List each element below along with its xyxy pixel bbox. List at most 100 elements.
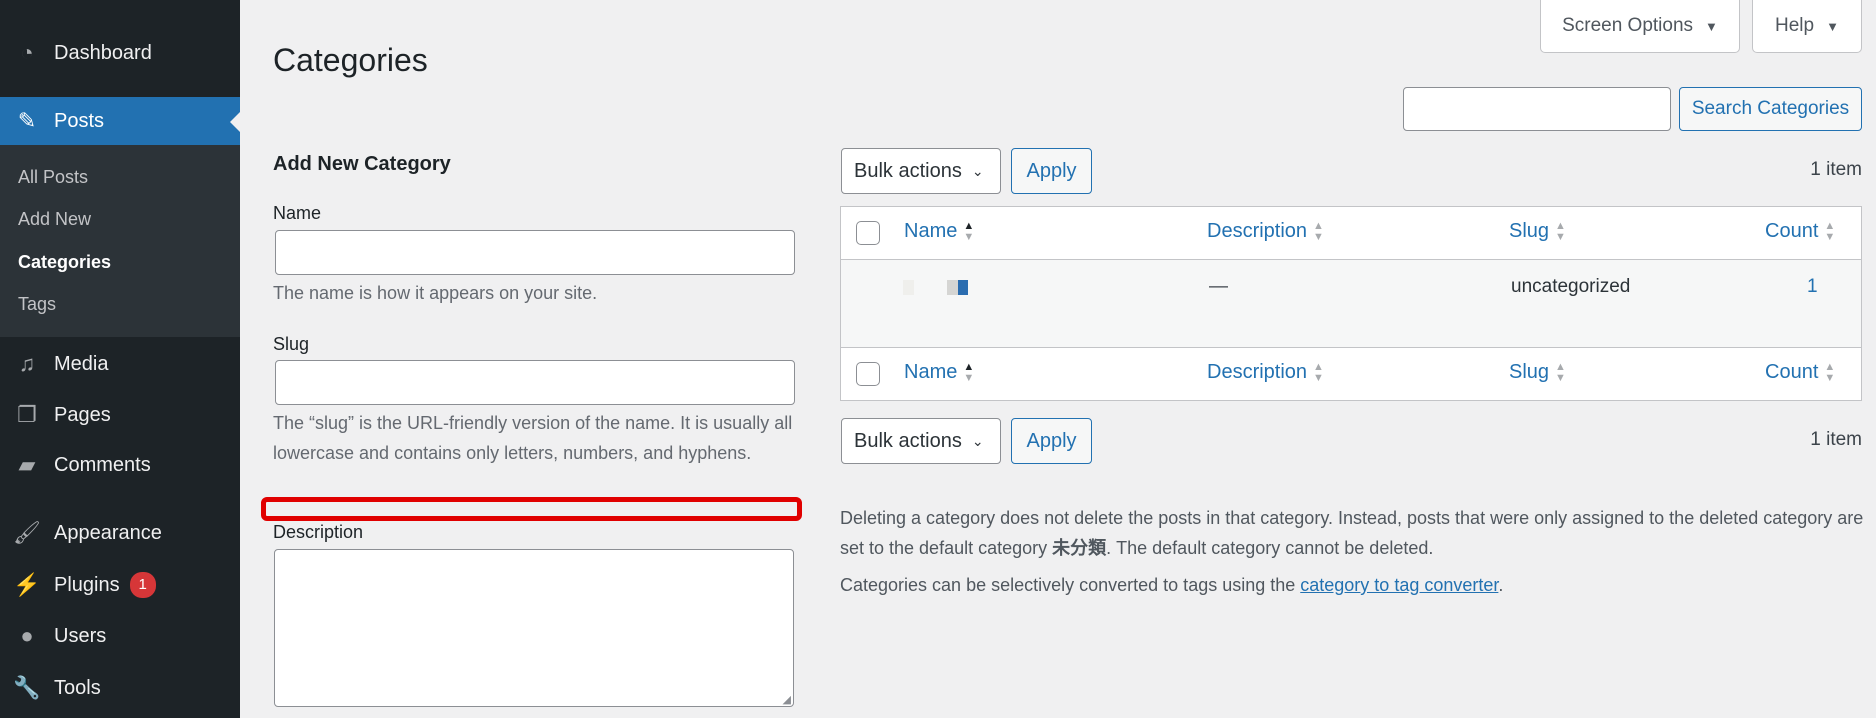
chevron-down-icon: ⌄ bbox=[971, 162, 984, 179]
sort-icon: ▲ ▼ bbox=[963, 219, 975, 243]
column-name[interactable]: Name ▲ ▼ bbox=[904, 220, 974, 243]
menu-label: Dashboard bbox=[54, 41, 152, 64]
table-row: — uncategorized 1 bbox=[841, 260, 1861, 348]
media-icon: ♫ bbox=[18, 351, 36, 376]
sort-icon: ▲ ▼ bbox=[1313, 360, 1324, 384]
submenu-tags[interactable]: Tags bbox=[18, 294, 56, 315]
row-count-link[interactable]: 1 bbox=[1807, 276, 1818, 298]
select-all-checkbox[interactable] bbox=[856, 362, 880, 386]
bulk-actions-value: Bulk actions bbox=[854, 159, 962, 182]
resize-handle-icon[interactable]: ◢ bbox=[783, 693, 791, 706]
row-description: — bbox=[1209, 276, 1228, 297]
column-label: Description bbox=[1207, 361, 1308, 383]
menu-label: Posts bbox=[54, 109, 105, 132]
column-label: Name bbox=[904, 361, 958, 383]
column-label: Name bbox=[904, 220, 958, 242]
comment-icon: ▰ bbox=[18, 452, 36, 477]
apply-button-bottom[interactable]: Apply bbox=[1011, 418, 1092, 464]
column-label: Description bbox=[1207, 220, 1308, 242]
form-heading: Add New Category bbox=[273, 153, 451, 175]
search-categories-button[interactable]: Search Categories bbox=[1679, 87, 1862, 131]
menu-dashboard[interactable]: ◔ Dashboard bbox=[0, 28, 240, 78]
column-label: Slug bbox=[1509, 220, 1550, 242]
menu-users[interactable]: ● Users bbox=[0, 611, 240, 661]
column-slug[interactable]: Slug ▲ ▼ bbox=[1509, 220, 1566, 243]
menu-label: Users bbox=[54, 624, 107, 647]
item-count-top: 1 item bbox=[1810, 159, 1862, 180]
description-label: Description bbox=[273, 522, 364, 542]
slug-input[interactable] bbox=[275, 360, 795, 405]
menu-label: Pages bbox=[54, 403, 111, 426]
column-count[interactable]: Count ▲ ▼ bbox=[1765, 220, 1835, 243]
delete-note: Deleting a category does not delete the … bbox=[840, 503, 1870, 563]
search-input[interactable] bbox=[1403, 87, 1671, 131]
admin-sidebar: ◔ Dashboard ✎ Posts All Posts Add New Cate… bbox=[0, 0, 240, 718]
column-description[interactable]: Description ▲ ▼ bbox=[1207, 220, 1324, 243]
menu-label: Media bbox=[54, 352, 109, 375]
row-slug: uncategorized bbox=[1511, 276, 1631, 297]
pushpin-icon: ✎ bbox=[17, 108, 37, 133]
help-button[interactable]: Help ▼ bbox=[1752, 0, 1862, 53]
slug-label: Slug bbox=[273, 334, 310, 354]
table-header-row: Name ▲ ▼ Description ▲ ▼ Slug ▲ ▼ Count ▲ ▼ bbox=[841, 207, 1861, 260]
submenu-all-posts[interactable]: All Posts bbox=[18, 167, 88, 188]
menu-label: Comments bbox=[54, 453, 151, 476]
menu-media[interactable]: ♫ Media bbox=[0, 339, 240, 389]
highlight-box bbox=[261, 497, 802, 521]
delete-note-text: . The default category cannot be deleted… bbox=[1106, 538, 1434, 558]
posts-submenu: All Posts Add New Categories Tags bbox=[0, 145, 240, 337]
sort-icon: ▲ ▼ bbox=[1555, 219, 1566, 243]
wrench-icon: 🔧 bbox=[13, 675, 41, 700]
caret-down-icon: ▼ bbox=[1705, 18, 1718, 34]
column-description[interactable]: Description ▲ ▼ bbox=[1207, 361, 1324, 384]
menu-pages[interactable]: ❐ Pages bbox=[0, 390, 240, 440]
pages-icon: ❐ bbox=[17, 402, 37, 427]
menu-plugins[interactable]: ⚡ Plugins 1 bbox=[0, 560, 240, 610]
bulk-actions-select-bottom[interactable]: Bulk actions ⌄ bbox=[841, 418, 1001, 464]
redacted-name-block bbox=[947, 280, 958, 295]
bulk-actions-select-top[interactable]: Bulk actions ⌄ bbox=[841, 148, 1001, 194]
menu-posts[interactable]: ✎ Posts bbox=[0, 97, 240, 145]
redacted-name-block bbox=[903, 280, 914, 295]
plugins-update-badge: 1 bbox=[129, 572, 156, 598]
screen-options-label: Screen Options bbox=[1562, 15, 1694, 36]
column-name[interactable]: Name ▲ ▼ bbox=[904, 361, 974, 384]
sort-icon: ▲ ▼ bbox=[1555, 360, 1566, 384]
select-all-checkbox[interactable] bbox=[856, 221, 880, 245]
description-textarea[interactable]: ◢ bbox=[274, 549, 794, 707]
bulk-actions-value: Bulk actions bbox=[854, 429, 962, 452]
sort-icon: ▲ ▼ bbox=[1313, 219, 1324, 243]
column-label: Count bbox=[1765, 220, 1819, 242]
column-label: Count bbox=[1765, 361, 1819, 383]
column-count[interactable]: Count ▲ ▼ bbox=[1765, 361, 1835, 384]
paintbrush-icon: 🖌 bbox=[13, 520, 41, 545]
slug-help: The “slug” is the URL-friendly version o… bbox=[273, 413, 793, 463]
caret-down-icon: ▼ bbox=[1826, 18, 1839, 34]
dashboard-icon: ◔ bbox=[20, 40, 34, 65]
submenu-add-new[interactable]: Add New bbox=[18, 209, 91, 230]
default-category-name: 未分類 bbox=[1052, 538, 1107, 558]
name-label: Name bbox=[273, 203, 322, 223]
category-to-tag-converter-link[interactable]: category to tag converter bbox=[1300, 575, 1498, 595]
screen-options-button[interactable]: Screen Options ▼ bbox=[1540, 0, 1740, 53]
name-input[interactable] bbox=[275, 230, 795, 275]
menu-tools[interactable]: 🔧 Tools bbox=[0, 663, 240, 713]
converter-note: Categories can be selectively converted … bbox=[840, 570, 1503, 600]
submenu-categories[interactable]: Categories bbox=[18, 252, 111, 273]
user-icon: ● bbox=[20, 623, 34, 648]
menu-comments[interactable]: ▰ Comments bbox=[0, 440, 240, 490]
chevron-down-icon: ⌄ bbox=[971, 432, 984, 449]
column-slug[interactable]: Slug ▲ ▼ bbox=[1509, 361, 1566, 384]
apply-button-top[interactable]: Apply bbox=[1011, 148, 1092, 194]
table-footer-row: Name ▲ ▼ Description ▲ ▼ Slug ▲ ▼ Count ▲ ▼ bbox=[841, 348, 1861, 401]
menu-appearance[interactable]: 🖌 Appearance bbox=[0, 508, 240, 558]
menu-label: Appearance bbox=[54, 521, 162, 544]
sort-icon: ▲ ▼ bbox=[963, 360, 975, 384]
menu-label: Plugins bbox=[54, 573, 120, 596]
column-label: Slug bbox=[1509, 361, 1550, 383]
item-count-bottom: 1 item bbox=[1810, 429, 1862, 450]
sort-icon: ▲ ▼ bbox=[1824, 219, 1836, 243]
category-name-link[interactable] bbox=[958, 280, 968, 295]
plugin-icon: ⚡ bbox=[13, 572, 41, 597]
converter-note-text: Categories can be selectively converted … bbox=[840, 575, 1301, 595]
